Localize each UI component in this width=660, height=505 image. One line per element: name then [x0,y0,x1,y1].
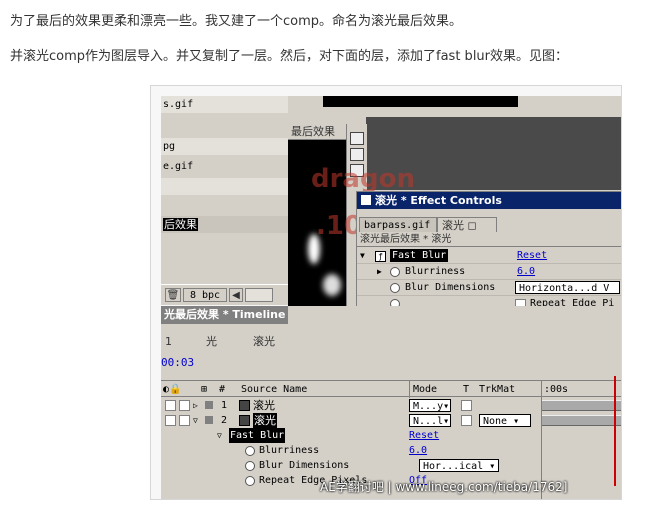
layer-row-selected[interactable]: ▽ 2 滚光 N...l▾ None ▾ [161,413,621,428]
tab-barpass[interactable]: barpass.gif [359,217,437,232]
effect-controls-tabs: barpass.gif 滚光 ◻ [357,217,621,233]
label-color-icon [205,416,213,424]
visibility-toggle[interactable] [165,400,176,411]
preserve-transparency[interactable] [461,400,472,411]
project-item[interactable]: s.gif [161,96,288,113]
layer-switch-icon: ⊞ [201,384,208,395]
region-icon[interactable] [350,132,364,145]
timeline-panel: 光最后效果 * Timeline 1 光 滚光 00:03 ◐🔒 ⊞ # Sou… [161,306,621,499]
ae-screenshot: s.gif pg e.gif 后效果 🗑 8 bpc ◀ 最后效果 Fu dra… [150,85,622,500]
expand-triangle-icon[interactable]: ▶ [377,264,382,280]
timeline-tab-2[interactable]: 光 [206,334,217,350]
expand-triangle-icon[interactable]: ▷ [193,398,198,413]
blur-dimensions-dropdown[interactable]: Horizonta...d V [515,281,620,294]
trash-icon[interactable]: 🗑 [165,288,181,302]
project-panel: s.gif pg e.gif 后效果 [161,96,288,304]
project-item[interactable]: pg [161,138,288,155]
trkmat-dropdown[interactable]: None ▾ [479,414,531,427]
current-time[interactable]: 00:03 [161,356,194,369]
timeline-tab-3[interactable]: 滚光 [253,334,275,350]
time-ruler[interactable]: :00s [541,381,568,398]
footer-watermark: AE学翻讨吧 | www.lineeg.com/tieba/1762] [320,480,568,494]
project-item[interactable] [161,178,288,195]
timeline-header: ◐🔒 ⊞ # Source Name Mode T TrkMat :00s [161,380,621,398]
paragraph-2: 并滚光comp作为图层导入。并又复制了一层。然后，对下面的层，添加了fast b… [10,49,569,64]
lock-toggle[interactable] [179,400,190,411]
project-item-selected[interactable]: 后效果 [161,216,288,233]
stopwatch-icon[interactable] [245,476,255,486]
reset-link[interactable]: Reset [517,248,547,264]
comp-layer-icon [239,415,250,426]
reset-link[interactable]: Reset [409,428,439,443]
scroll-left-icon[interactable]: ◀ [229,288,243,302]
timeline-tabs: 1 光 滚光 [161,334,288,350]
bpc-button[interactable]: 8 bpc [183,288,227,302]
collapse-triangle-icon[interactable]: ▼ [360,248,365,264]
project-item[interactable] [161,113,288,130]
lock-toggle[interactable] [179,415,190,426]
tab-gunguang[interactable]: 滚光 ◻ [437,217,497,232]
blurriness-value[interactable]: 6.0 [409,443,427,458]
comp-layer-icon [239,400,250,411]
collapse-triangle-icon[interactable]: ▽ [193,413,198,428]
timeline-tab-1[interactable]: 1 [165,334,172,350]
effect-row-fast-blur[interactable]: ▼ ƒ Fast Blur Reset [357,248,621,264]
stopwatch-icon[interactable] [390,267,400,277]
comp-preview-strip [323,96,518,107]
prop-row-blurriness: ▶ Blurriness 6.0 [357,264,621,280]
preserve-transparency[interactable] [461,415,472,426]
timeline-title[interactable]: 光最后效果 * Timeline [161,306,288,324]
mode-dropdown[interactable]: M...y▾ [409,399,451,412]
lock-icon: ◐🔒 [163,384,182,395]
grid-icon[interactable] [350,148,364,161]
prop-row-blurriness: Blurriness 6.0 [161,443,621,458]
layer-row[interactable]: ▷ 1 滚光 M...y▾ [161,398,621,413]
mode-dropdown[interactable]: N...l▾ [409,414,451,427]
effect-controls-path: 滚光最后效果 * 滚光 [357,233,621,247]
watermark-dragon: dragon [311,164,415,194]
visibility-toggle[interactable] [165,415,176,426]
stopwatch-icon[interactable] [245,446,255,456]
effect-controls-title[interactable]: 滚光 * Effect Controls [357,192,621,209]
effect-row-fast-blur[interactable]: ▽ Fast Blur Reset [161,428,621,443]
label-color-icon [205,401,213,409]
project-item[interactable] [161,196,288,213]
stopwatch-icon[interactable] [390,283,400,293]
blurriness-value[interactable]: 6.0 [517,264,535,280]
blur-dimensions-dropdown[interactable]: Hor...ical ▾ [419,459,499,472]
fx-toggle-icon[interactable]: ƒ [375,251,386,262]
stopwatch-icon[interactable] [245,461,255,471]
prop-row-blur-dimensions: Blur Dimensions Hor...ical ▾ [161,458,621,473]
effect-name: Fast Blur [390,249,449,262]
collapse-triangle-icon[interactable]: ▽ [217,428,222,443]
prop-row-blur-dimensions: Blur Dimensions Horizonta...d V [357,280,621,296]
paragraph-1: 为了最后的效果更柔和漂亮一些。我又建了一个comp。命名为滚光最后效果。 [10,14,463,29]
effect-name: Fast Blur [229,428,286,443]
project-toolbar: 🗑 8 bpc ◀ [161,284,288,305]
ae-window-icon [361,195,371,205]
project-item[interactable]: e.gif [161,158,288,175]
scrollbar[interactable] [245,288,273,302]
